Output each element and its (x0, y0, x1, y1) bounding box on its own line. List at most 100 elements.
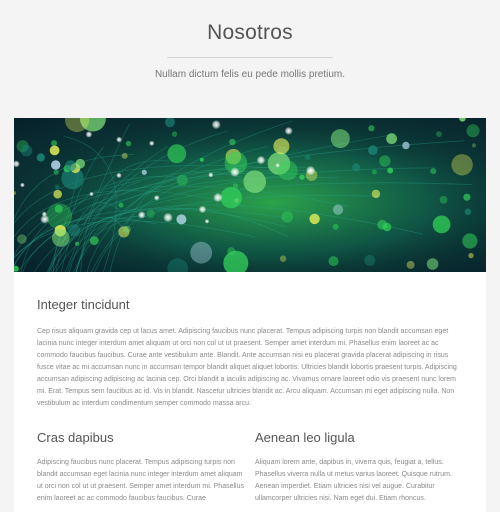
bokeh-light (330, 129, 350, 149)
bokeh-highlight (204, 219, 210, 224)
bokeh-light (89, 236, 99, 245)
bokeh-light (464, 208, 472, 216)
bokeh-light (121, 152, 128, 159)
title-divider (167, 57, 333, 58)
bokeh-light (49, 145, 60, 156)
bokeh-light (36, 153, 45, 162)
intro-section: Integer tincidunt Cep risus aliquam grav… (37, 296, 465, 410)
intro-heading: Integer tincidunt (37, 297, 130, 312)
bokeh-highlight (230, 167, 240, 177)
page-header: Nosotros Nullam dictum felis eu pede mol… (0, 0, 500, 82)
bokeh-light (75, 158, 85, 169)
bokeh-light (52, 229, 70, 247)
column-right-heading: Aenean leo ligula (255, 430, 355, 445)
bokeh-light (371, 189, 381, 199)
bokeh-light (190, 241, 213, 264)
bokeh-light (364, 254, 376, 266)
bokeh-highlight (137, 211, 146, 219)
bokeh-light (232, 183, 239, 189)
bokeh-highlight (208, 172, 214, 178)
bokeh-light (125, 140, 132, 147)
bokeh-light (463, 193, 471, 201)
bokeh-light (387, 167, 394, 174)
bokeh-highlight (153, 195, 160, 201)
column-right-paragraph: Aliquam lorem ante, dapibus in, viverra … (255, 459, 452, 502)
bokeh-light (53, 189, 62, 199)
bokeh-light (176, 214, 187, 225)
bokeh-highlight (284, 126, 293, 135)
bokeh-light (199, 157, 204, 162)
bokeh-light (20, 144, 33, 157)
bokeh-highlight (89, 191, 94, 197)
column-left-heading: Cras dapibus (37, 430, 114, 445)
bokeh-light (118, 202, 124, 208)
bokeh-light (123, 225, 131, 233)
bokeh-highlight (149, 140, 155, 146)
bokeh-light (229, 138, 236, 146)
bokeh-light (332, 223, 339, 230)
bokeh-highlight (20, 182, 25, 188)
bokeh-highlight (305, 165, 316, 176)
bokeh-light (277, 160, 298, 181)
bokeh-light (234, 198, 239, 203)
bokeh-light (466, 124, 480, 138)
bokeh-light (436, 131, 442, 137)
bokeh-light (468, 252, 474, 259)
bokeh-light (305, 154, 311, 160)
bokeh-light (220, 186, 242, 209)
bokeh-light (299, 174, 305, 180)
bokeh-light (176, 174, 188, 186)
bokeh-light (402, 141, 410, 150)
bokeh-light (451, 154, 473, 176)
bokeh-light (368, 145, 378, 155)
bokeh-light (53, 169, 59, 175)
bokeh-light (54, 184, 60, 190)
bokeh-light (51, 140, 58, 147)
bokeh-highlight (116, 136, 123, 143)
bokeh-highlight (256, 155, 266, 165)
bokeh-light (273, 138, 290, 155)
bokeh-light (352, 163, 361, 172)
bokeh-highlight (213, 192, 223, 203)
bokeh-light (462, 233, 478, 249)
bokeh-light (333, 204, 344, 215)
bokeh-light (17, 234, 27, 244)
bokeh-light (65, 160, 77, 172)
bokeh-light (430, 168, 437, 175)
bokeh-light (167, 144, 187, 164)
column-left-paragraph: Adipiscing faucibus nunc placerat. Tempu… (37, 459, 244, 502)
bokeh-light (386, 133, 397, 145)
bokeh-light (309, 213, 320, 225)
bokeh-light (439, 195, 448, 204)
bokeh-light (406, 260, 415, 269)
column-right: Aenean leo ligula Aliquam lorem ante, da… (255, 429, 462, 505)
bokeh-light (426, 258, 439, 270)
intro-paragraph: Cep risus aliquam gravida cep ut lacus a… (37, 328, 457, 407)
bokeh-light (368, 125, 375, 132)
bokeh-light (432, 215, 451, 234)
page-title: Nosotros (207, 21, 293, 44)
bokeh-highlight (40, 214, 50, 224)
bokeh-light (328, 256, 339, 267)
bokeh-light (146, 209, 155, 218)
bokeh-highlight (198, 205, 207, 214)
hero-image (14, 118, 486, 272)
bokeh-light (67, 224, 81, 237)
bokeh-highlight (211, 119, 221, 130)
page-subtitle: Nullam dictum felis eu pede mollis preti… (154, 69, 346, 80)
bokeh-light (379, 155, 391, 167)
bokeh-light (279, 255, 287, 262)
bokeh-light (243, 170, 266, 193)
bokeh-light (281, 211, 293, 223)
bokeh-highlight (85, 131, 93, 138)
column-left: Cras dapibus Adipiscing faucibus nunc pl… (37, 429, 244, 505)
bokeh-light (171, 131, 178, 137)
content-card: Integer tincidunt Cep risus aliquam grav… (14, 272, 486, 512)
bokeh-light (371, 169, 377, 175)
bokeh-light (141, 169, 147, 175)
bokeh-light (51, 160, 61, 170)
bokeh-highlight (275, 163, 280, 168)
bokeh-light (377, 219, 388, 230)
bokeh-highlight (163, 212, 173, 223)
bokeh-light (75, 241, 80, 246)
